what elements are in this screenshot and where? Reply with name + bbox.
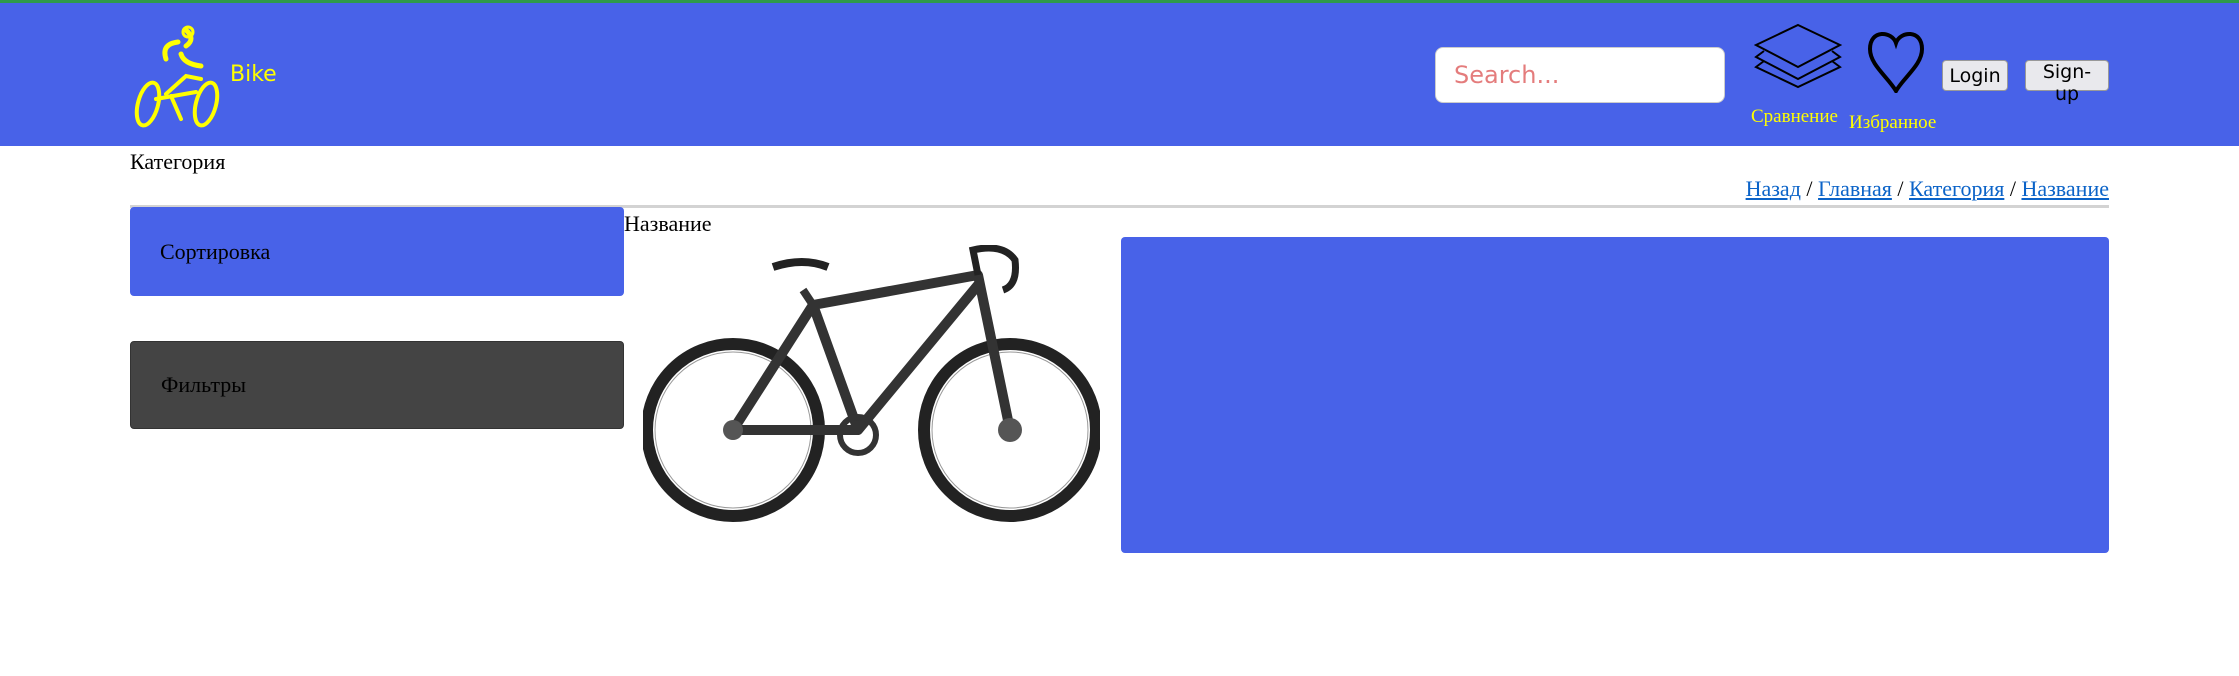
breadcrumb-separator: / (1897, 176, 1904, 201)
breadcrumb-home[interactable]: Главная (1818, 176, 1892, 201)
logo-text: Bike (230, 62, 277, 87)
category-title: Категория (130, 149, 226, 174)
signup-button[interactable]: Sign-up (2025, 60, 2109, 105)
sort-button[interactable]: Сортировка (130, 207, 624, 296)
breadcrumb-separator: / (1806, 176, 1813, 201)
breadcrumb-category[interactable]: Категория (1909, 176, 2004, 201)
favorites-label[interactable]: Избранное (1849, 112, 1936, 134)
login-button[interactable]: Login (1942, 60, 2008, 91)
compare-layers-icon[interactable] (1754, 23, 1842, 89)
bike-logo-icon[interactable] (126, 24, 236, 128)
filters-label: Фильтры (161, 372, 246, 397)
breadcrumb-product[interactable]: Название (2021, 176, 2109, 201)
product-title: Название (624, 211, 712, 236)
breadcrumb-back[interactable]: Назад (1746, 176, 1801, 201)
sort-label: Сортировка (160, 238, 271, 264)
favorites-heart-icon[interactable] (1866, 29, 1926, 93)
product-info-panel (1121, 237, 2109, 553)
search-input[interactable] (1435, 47, 1725, 103)
product-bike-image (643, 245, 1100, 522)
breadcrumb: Назад / Главная / Категория / Название (1746, 176, 2109, 202)
breadcrumb-separator: / (2009, 176, 2016, 201)
filters-button[interactable]: Фильтры (130, 341, 624, 429)
compare-label[interactable]: Сравнение (1751, 106, 1838, 128)
